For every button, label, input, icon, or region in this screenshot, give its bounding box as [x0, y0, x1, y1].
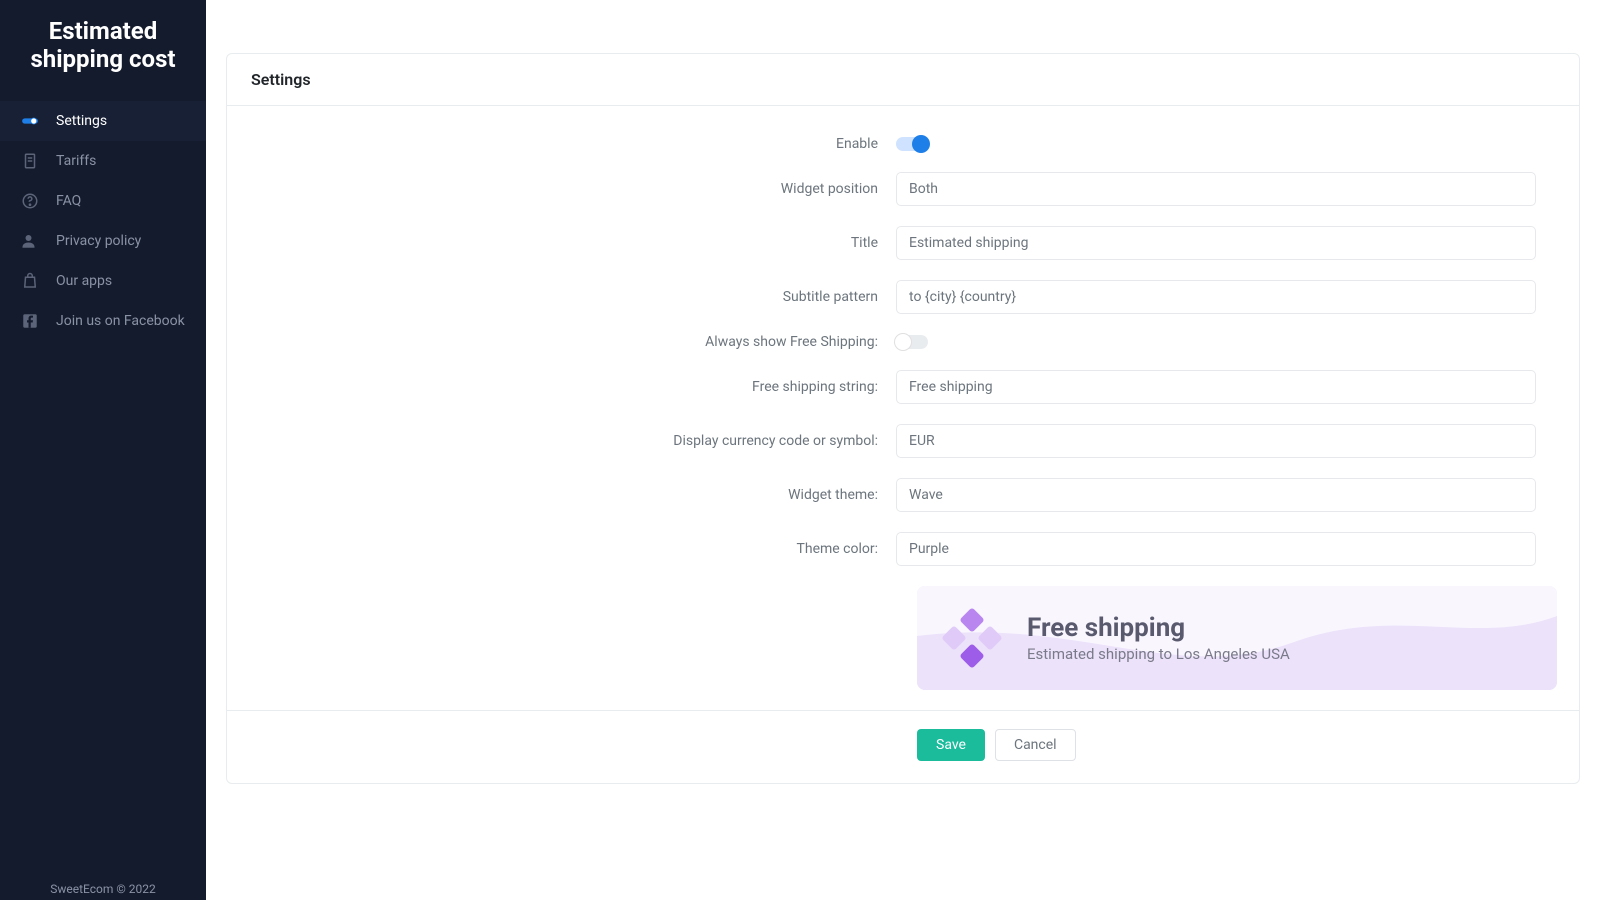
sidebar-item-label: Join us on Facebook	[56, 313, 185, 329]
preview-text: Free shipping Estimated shipping to Los …	[1027, 613, 1290, 663]
row-widget-theme: Widget theme: Wave	[227, 468, 1579, 522]
preview-title: Free shipping	[1027, 613, 1290, 643]
topbar	[206, 0, 1600, 53]
toggle-icon	[20, 111, 40, 131]
save-button[interactable]: Save	[917, 729, 985, 761]
user-icon	[20, 231, 40, 251]
title-value: Estimated shipping	[909, 235, 1029, 251]
free-string-value: Free shipping	[909, 379, 993, 395]
label-widget-theme: Widget theme:	[251, 487, 896, 503]
sidebar-item-tariffs[interactable]: Tariffs	[0, 141, 206, 181]
help-icon	[20, 191, 40, 211]
theme-color-value: Purple	[909, 541, 949, 557]
widget-preview: Free shipping Estimated shipping to Los …	[917, 586, 1557, 690]
page-title: Settings	[227, 54, 1579, 106]
row-always-free: Always show Free Shipping:	[227, 324, 1579, 360]
toggle-knob	[912, 135, 930, 153]
subtitle-pattern-value: to {city} {country}	[909, 289, 1016, 305]
title-input[interactable]: Estimated shipping	[896, 226, 1536, 260]
row-theme-color: Theme color: Purple	[227, 522, 1579, 576]
row-free-string: Free shipping string: Free shipping	[227, 360, 1579, 414]
sidebar-footer: SweetEcom © 2022	[0, 874, 206, 900]
currency-select[interactable]: EUR	[896, 424, 1536, 458]
sidebar-item-label: Our apps	[56, 273, 112, 289]
sidebar-item-label: FAQ	[56, 193, 81, 209]
row-currency: Display currency code or symbol: EUR	[227, 414, 1579, 468]
currency-value: EUR	[909, 433, 935, 449]
form-body: Enable Widget position Both Title	[227, 106, 1579, 690]
label-enable: Enable	[251, 136, 896, 152]
row-widget-position: Widget position Both	[227, 162, 1579, 216]
diamond-icon	[945, 611, 999, 665]
sidebar-item-privacy[interactable]: Privacy policy	[0, 221, 206, 261]
main: Settings Enable Widget position Both	[206, 0, 1600, 900]
sidebar-item-label: Settings	[56, 113, 107, 129]
label-title: Title	[251, 235, 896, 251]
label-free-string: Free shipping string:	[251, 379, 896, 395]
sidebar-item-settings[interactable]: Settings	[0, 101, 206, 141]
widget-theme-value: Wave	[909, 487, 943, 503]
widget-position-value: Both	[909, 181, 938, 197]
sidebar-item-our-apps[interactable]: Our apps	[0, 261, 206, 301]
label-widget-position: Widget position	[251, 181, 896, 197]
sidebar-nav: Settings Tariffs FAQ Privacy policy Our	[0, 101, 206, 874]
enable-toggle[interactable]	[896, 137, 928, 151]
label-theme-color: Theme color:	[251, 541, 896, 557]
toggle-knob	[894, 333, 912, 351]
receipt-icon	[20, 151, 40, 171]
row-enable: Enable	[227, 126, 1579, 162]
widget-theme-select[interactable]: Wave	[896, 478, 1536, 512]
sidebar-item-label: Privacy policy	[56, 233, 141, 249]
preview-subtitle: Estimated shipping to Los Angeles USA	[1027, 645, 1290, 663]
sidebar-item-faq[interactable]: FAQ	[0, 181, 206, 221]
sidebar-item-facebook[interactable]: Join us on Facebook	[0, 301, 206, 341]
subtitle-pattern-input[interactable]: to {city} {country}	[896, 280, 1536, 314]
settings-card: Settings Enable Widget position Both	[226, 53, 1580, 784]
row-title: Title Estimated shipping	[227, 216, 1579, 270]
sidebar: Estimated shipping cost Settings Tariffs…	[0, 0, 206, 900]
free-string-input[interactable]: Free shipping	[896, 370, 1536, 404]
label-subtitle-pattern: Subtitle pattern	[251, 289, 896, 305]
row-subtitle-pattern: Subtitle pattern to {city} {country}	[227, 270, 1579, 324]
app-title: Estimated shipping cost	[0, 12, 206, 101]
cancel-button[interactable]: Cancel	[995, 729, 1076, 761]
widget-position-select[interactable]: Both	[896, 172, 1536, 206]
theme-color-select[interactable]: Purple	[896, 532, 1536, 566]
sidebar-item-label: Tariffs	[56, 153, 96, 169]
facebook-icon	[20, 311, 40, 331]
form-actions: Save Cancel	[227, 710, 1579, 783]
always-free-toggle[interactable]	[896, 335, 928, 349]
label-currency: Display currency code or symbol:	[251, 433, 896, 449]
bag-icon	[20, 271, 40, 291]
label-always-free: Always show Free Shipping:	[251, 334, 896, 350]
